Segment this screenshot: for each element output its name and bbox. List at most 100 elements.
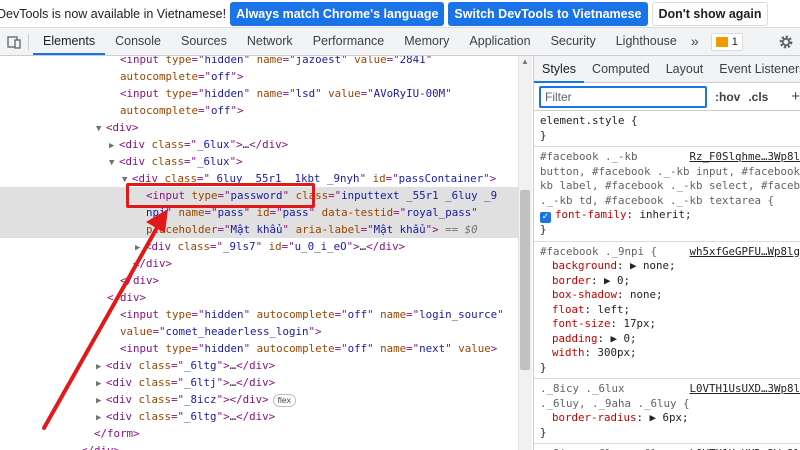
- style-property[interactable]: background: ▶ none;: [540, 259, 800, 274]
- dom-token: type: [165, 308, 192, 321]
- style-property[interactable]: box-shadow: none;: [540, 288, 800, 303]
- tab-styles[interactable]: Styles: [534, 56, 585, 83]
- dom-node-line[interactable]: ▼ <div>: [0, 119, 518, 136]
- rule-selector[interactable]: ._6luy, ._9aha ._6luy {: [540, 397, 800, 412]
- property-semicolon: ;: [682, 411, 689, 424]
- dom-node-line[interactable]: <input type="hidden" autocomplete="off" …: [0, 340, 518, 357]
- device-toolbar-icon[interactable]: [0, 28, 28, 55]
- dom-node-line[interactable]: ▶ <div class="_6lux">…</div>: [0, 136, 518, 153]
- rule-selector[interactable]: ._-kb td, #facebook ._-kb textarea {: [540, 194, 800, 209]
- dom-token: <div: [145, 240, 178, 253]
- dom-node-line[interactable]: <input type="hidden" name="jazoest" valu…: [0, 56, 518, 68]
- dom-node-line[interactable]: </div>: [0, 442, 518, 450]
- dom-token: hidden: [204, 308, 244, 321]
- dont-show-again-button[interactable]: Don't show again: [651, 1, 769, 26]
- dom-node-line[interactable]: ▼ <div class="_6lux">: [0, 153, 518, 170]
- rule-source-link[interactable]: wh5xfGeGPFU…Wp8lg: [685, 244, 800, 259]
- style-rule: #facebook ._9npi {wh5xfGeGPFU…Wp8lg backg…: [534, 242, 800, 379]
- styles-filter-input[interactable]: [539, 85, 707, 108]
- warning-icon: [715, 36, 728, 47]
- property-colon: :: [610, 317, 624, 330]
- dom-node-line[interactable]: ▶ <div class="_8icz"></div> flex: [0, 391, 518, 408]
- flex-badge[interactable]: flex: [272, 393, 296, 407]
- dom-token: ": [282, 223, 296, 236]
- property-name: border: [552, 273, 592, 287]
- tab-security[interactable]: Security: [541, 28, 606, 55]
- dom-token: ">: [230, 70, 244, 83]
- style-property[interactable]: ✓ font-family: inherit;: [540, 208, 800, 223]
- style-property[interactable]: border: ▶ 0;: [540, 274, 800, 289]
- dom-node-line[interactable]: ▶ <div class="_6ltg">…</div>: [0, 408, 518, 425]
- dom-token: Mật khẩu: [230, 223, 283, 236]
- style-property[interactable]: width: 300px;: [540, 346, 800, 361]
- tab-event-listeners[interactable]: Event Listeners: [711, 56, 800, 83]
- dom-node-line[interactable]: <input type="hidden" name="lsd" value="A…: [0, 85, 518, 102]
- dom-token: =": [217, 223, 231, 236]
- dom-node-line[interactable]: autocomplete="off">: [0, 102, 518, 119]
- dom-token: class: [138, 410, 172, 423]
- dom-token: </form>: [94, 427, 140, 440]
- style-property[interactable]: padding: ▶ 0;: [540, 332, 800, 347]
- dom-node-line[interactable]: </div>: [0, 289, 518, 306]
- style-rules-list: element.style {} #facebook ._-kb button, #…: [534, 111, 800, 450]
- rule-source-link[interactable]: L0VTH1UsUXD…3Wp8l: [685, 382, 800, 397]
- class-toggle[interactable]: .cls: [748, 90, 768, 104]
- dom-token: <div: [106, 376, 139, 389]
- dom-node-line[interactable]: autocomplete="off">: [0, 68, 518, 85]
- dom-node-line[interactable]: </div>: [0, 255, 518, 272]
- more-tabs-chevron-icon[interactable]: »: [687, 28, 703, 55]
- dom-token: class: [151, 155, 185, 168]
- property-value: 17px: [623, 317, 650, 330]
- tab-lighthouse[interactable]: Lighthouse: [606, 28, 687, 55]
- style-rule: element.style {}: [534, 111, 800, 147]
- rule-close-brace: }: [540, 360, 547, 374]
- rule-close-brace: }: [540, 425, 547, 439]
- property-colon: :: [617, 259, 631, 272]
- property-name: font-size: [552, 317, 611, 330]
- property-semicolon: ;: [623, 302, 631, 316]
- hover-state-toggle[interactable]: :hov: [715, 90, 740, 104]
- dom-node-line[interactable]: ▶ <div class="_9ls7" id="u_0_i_eO">…</div…: [0, 238, 518, 255]
- dom-node-line[interactable]: ▶ <div class="_6ltg">…</div>: [0, 357, 518, 374]
- dom-token: </div>: [236, 376, 276, 389]
- dom-node-selected[interactable]: placeholder="Mật khẩu" aria-label="Mật k…: [0, 221, 518, 238]
- style-property[interactable]: font-size: 17px;: [540, 317, 800, 332]
- tab-memory[interactable]: Memory: [394, 28, 459, 55]
- new-style-rule-button[interactable]: +: [791, 88, 800, 105]
- tab-layout[interactable]: Layout: [658, 56, 712, 83]
- switch-to-vietnamese-button[interactable]: Switch DevTools to Vietnamese: [448, 1, 648, 26]
- dom-token: ">: [229, 138, 243, 151]
- dom-node-line[interactable]: </div>: [0, 272, 518, 289]
- always-match-language-button[interactable]: Always match Chrome's language: [230, 1, 445, 26]
- property-semicolon: ;: [630, 331, 637, 345]
- settings-gear-icon[interactable]: [776, 32, 796, 52]
- property-colon: :: [626, 208, 640, 221]
- dom-token: ">: [346, 240, 360, 253]
- rule-selector[interactable]: kb label, #facebook ._-kb select, #faceb: [540, 179, 800, 194]
- tab-elements[interactable]: Elements: [33, 28, 106, 55]
- dom-token: <div: [106, 410, 139, 423]
- tab-application[interactable]: Application: [459, 28, 540, 55]
- dom-node-line[interactable]: </form>: [0, 425, 518, 442]
- rule-selector[interactable]: button, #facebook ._-kb input, #facebook: [540, 165, 800, 180]
- issues-badge[interactable]: 1: [710, 32, 743, 51]
- style-property[interactable]: border-radius: ▶ 6px;: [540, 411, 800, 426]
- scroll-up-arrow-icon[interactable]: ▲: [521, 58, 529, 66]
- tab-network[interactable]: Network: [237, 28, 303, 55]
- tab-performance[interactable]: Performance: [303, 28, 395, 55]
- property-checkbox-icon[interactable]: ✓: [540, 212, 551, 223]
- tab-computed[interactable]: Computed: [584, 56, 658, 83]
- dom-node-line[interactable]: value="comet_headerless_login">: [0, 323, 518, 340]
- dom-token: <input: [120, 308, 166, 321]
- rule-selector[interactable]: element.style {: [540, 114, 800, 129]
- elements-dom-tree[interactable]: <input type="hidden" name="jazoest" valu…: [0, 56, 518, 450]
- style-property[interactable]: float: left;: [540, 303, 800, 318]
- tab-sources[interactable]: Sources: [171, 28, 237, 55]
- rule-source-link[interactable]: Rz_F0Slqhme…3Wp8l: [685, 150, 800, 165]
- elements-scrollbar-thumb[interactable]: [520, 190, 530, 370]
- dom-token: =": [198, 70, 212, 83]
- dom-node-line[interactable]: <input type="hidden" autocomplete="off" …: [0, 306, 518, 323]
- dom-token: data-testid: [321, 206, 394, 219]
- dom-node-line[interactable]: ▶ <div class="_6ltj">…</div>: [0, 374, 518, 391]
- tab-console[interactable]: Console: [105, 28, 171, 55]
